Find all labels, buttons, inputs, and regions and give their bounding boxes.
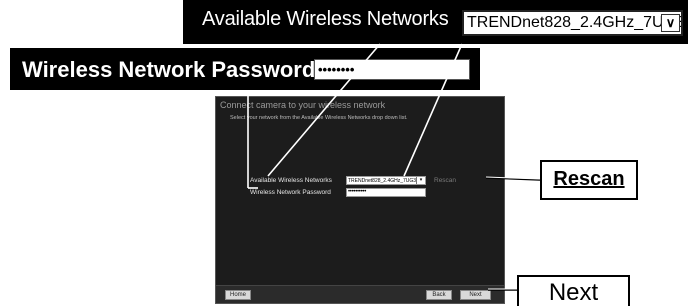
callout-network-select-value: TRENDnet828_2.4GHz_7UG3 bbox=[467, 14, 683, 31]
dialog-instructions: Select your network from the Available W… bbox=[230, 115, 408, 121]
callout-password: Wireless Network Password •••••••• bbox=[10, 48, 480, 90]
password-field-label: Wireless Network Password bbox=[250, 189, 331, 196]
network-select[interactable]: TRENDnet828_2.4GHz_7UG3 ▾ bbox=[346, 176, 426, 185]
callout-rescan: Rescan bbox=[540, 160, 638, 200]
wifi-setup-dialog: Connect camera to your wireless network … bbox=[215, 96, 505, 304]
rescan-link[interactable]: Rescan bbox=[434, 177, 456, 184]
callout-available-networks-label: Available Wireless Networks bbox=[202, 8, 449, 30]
callout-rescan-label: Rescan bbox=[553, 168, 625, 190]
dialog-title: Connect camera to your wireless network bbox=[220, 100, 386, 110]
next-button[interactable]: Next bbox=[460, 290, 491, 300]
callout-network-select: TRENDnet828_2.4GHz_7UG3 ∨ bbox=[462, 10, 683, 36]
back-button[interactable]: Back bbox=[426, 290, 452, 300]
callout-next-label: Next bbox=[548, 279, 599, 306]
chevron-down-icon[interactable]: ▾ bbox=[416, 177, 425, 184]
callout-available-networks: Available Wireless Networks TRENDnet828_… bbox=[183, 0, 688, 44]
callout-password-input: •••••••• bbox=[314, 59, 470, 80]
home-button[interactable]: Home bbox=[225, 290, 251, 300]
network-select-value: TRENDnet828_2.4GHz_7UG3 bbox=[348, 178, 417, 184]
callout-next: Next bbox=[517, 275, 630, 306]
chevron-down-icon: ∨ bbox=[661, 14, 680, 32]
network-select-label: Available Wireless Networks bbox=[250, 177, 332, 184]
dialog-footer: Home Back Next bbox=[216, 285, 504, 303]
callout-password-label: Wireless Network Password bbox=[22, 57, 316, 82]
password-input[interactable]: •••••••••• bbox=[346, 188, 426, 197]
